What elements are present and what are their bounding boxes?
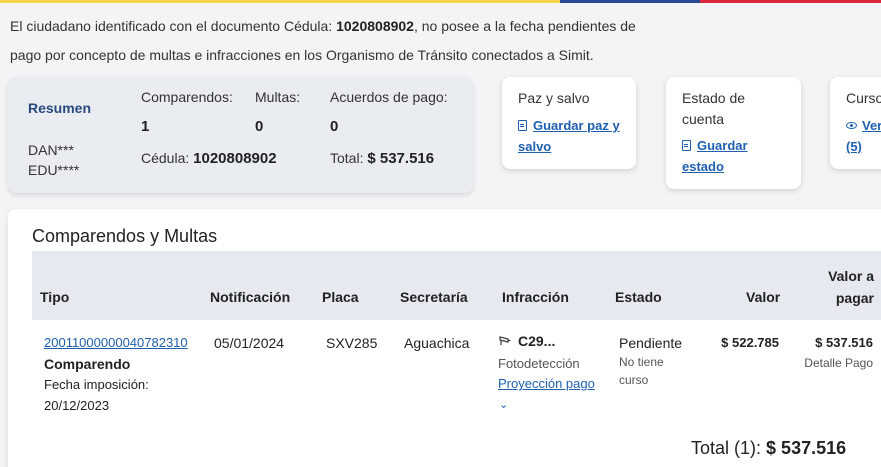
row-tipo: Comparendo [44,356,131,372]
infraccion-code-text: C29... [518,333,556,349]
estado-sub-line-1: No tiene [619,355,664,369]
comparendo-number[interactable]: 20011000000040782310 [44,335,188,350]
guardar-estado-link[interactable]: Guardar estado [682,135,748,177]
summary-total-label: Total: [330,150,364,166]
summary-title: Resumen [28,100,92,116]
col-estado: Estado [615,289,662,305]
proyeccion-pago-text[interactable]: Proyección pago [498,376,595,391]
acuerdos-count: 0 [330,118,339,135]
guardar-paz-link-text-1[interactable]: Guardar paz y [533,118,620,133]
status-document-number: 1020808902 [336,18,414,34]
cedula-label: Cédula: [141,150,190,166]
guardar-paz-y-salvo-link[interactable]: Guardar paz y salvo [518,115,620,157]
row-notificacion: 05/01/2024 [214,335,285,351]
comparendos-label: Comparendos: [141,89,233,105]
ver-cursos-link-text-1[interactable]: Ver [862,118,881,133]
table-total-label: Total (1): [691,438,762,458]
multas-label: Multas: [255,89,301,105]
row-estado: Pendiente [619,335,683,351]
proyeccion-pago-link[interactable]: Proyección pago [498,374,595,394]
row-placa: SXV285 [326,335,378,351]
col-valor-a-pagar-line-2: pagar [835,290,874,306]
col-tipo: Tipo [40,289,70,305]
comparendos-count: 1 [141,118,150,135]
cedula-info: Cédula: 1020808902 [141,150,277,167]
cedula-value: 1020808902 [193,150,277,167]
row-fecha-label: Fecha imposición: [44,377,149,392]
ver-cursos-link-text-2[interactable]: (5) [846,139,862,154]
comparendos-panel: Comparendos y Multas Tipo Notificación P… [8,209,881,467]
row-infraccion-sub: Fotodetección [498,356,580,371]
paz-y-salvo-title: Paz y salvo [518,90,590,106]
row-infraccion-code: C29... [498,331,555,351]
guardar-estado-link-text-1[interactable]: Guardar [697,138,748,153]
col-infraccion: Infracción [502,289,569,305]
ver-cursos-link[interactable]: Ver (5) [846,115,881,157]
person-last-name: EDU**** [28,162,80,178]
summary-total-value: $ 537.516 [367,150,435,167]
person-name: DAN*** EDU**** [28,140,79,180]
guardar-estado-link-text-2[interactable]: estado [682,159,724,174]
comparendos-panel-title: Comparendos y Multas [32,226,218,246]
comparendo-number-link[interactable]: 20011000000040782310 [44,333,188,353]
summary-card: Resumen DAN*** EDU**** Comparendos: 1 Mu… [8,77,473,193]
status-message: El ciudadano identificado con el documen… [10,12,650,70]
summary-total: Total: $ 537.516 [330,150,434,167]
col-valor-a-pagar-line-1: Valor a [828,268,874,284]
col-notificacion: Notificación [210,289,291,305]
detalle-pago[interactable]: Detalle Pago [798,353,873,373]
chevron-down-icon[interactable]: ⌄ [499,398,508,411]
row-secretaria: Aguachica [404,335,470,351]
row-valor: $ 522.785 [721,335,779,350]
estado-de-cuenta-card: Estado de cuenta Guardar estado [666,77,801,189]
col-placa: Placa [322,289,359,305]
row-estado-sub: No tiene curso [619,353,664,389]
cursos-title: Cursos [846,90,881,106]
cursos-card: Cursos Ver (5) [830,77,881,169]
top-color-bar [0,0,881,3]
row-valor-pagar: $ 537.516 [815,335,873,350]
col-valor-a-pagar: Valor a pagar [822,266,874,308]
estado-de-cuenta-title: Estado de cuenta [682,88,745,130]
row-fecha: 20/12/2023 [44,398,110,413]
col-valor: Valor [746,289,781,305]
table-total-value: $ 537.516 [766,438,847,458]
col-secretaria: Secretaría [400,289,468,305]
document-icon [518,120,527,131]
status-message-prefix: El ciudadano identificado con el documen… [10,18,337,34]
document-icon [682,140,691,151]
person-first-name: DAN*** [28,142,74,158]
table-total: Total (1): $ 537.516 [691,438,846,459]
paz-y-salvo-card: Paz y salvo Guardar paz y salvo [502,77,636,169]
estado-title-line-1: Estado de [682,90,746,106]
estado-sub-line-2: curso [619,373,649,387]
camera-icon [499,336,511,345]
multas-count: 0 [255,118,264,135]
guardar-paz-link-text-2[interactable]: salvo [518,139,551,154]
table-header: Tipo Notificación Placa Secretaría Infra… [32,251,881,320]
eye-icon [846,122,857,129]
estado-title-line-2: cuenta [682,111,725,127]
acuerdos-label: Acuerdos de pago: [330,89,448,105]
